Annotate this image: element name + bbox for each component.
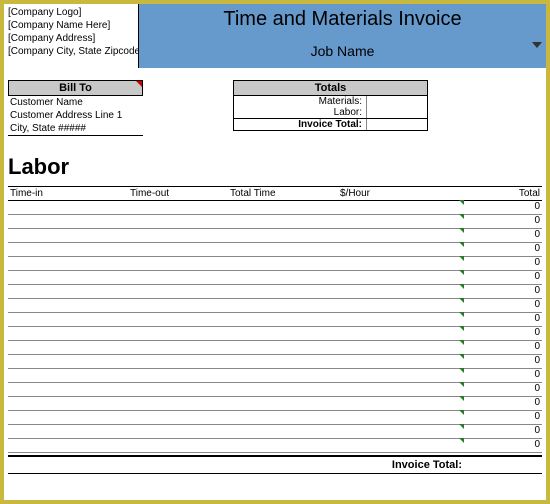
cell-marker-icon — [459, 410, 464, 415]
invoice-total-label: Invoice Total: — [234, 119, 367, 130]
totals-materials-row: Materials: — [233, 96, 428, 107]
company-address[interactable]: [Company Address] — [8, 32, 134, 45]
company-block: [Company Logo] [Company Name Here] [Comp… — [4, 4, 139, 68]
labor-row[interactable]: 0 — [8, 439, 542, 453]
customer-city[interactable]: City, State ##### — [8, 122, 143, 135]
row-total: 0 — [534, 369, 540, 380]
labor-row[interactable]: 0 — [8, 355, 542, 369]
cell-marker-icon — [459, 438, 464, 443]
labor-section: Time-in Time-out Total Time $/Hour Total… — [4, 186, 546, 474]
row-total: 0 — [534, 271, 540, 282]
labor-row[interactable]: 0 — [8, 285, 542, 299]
cell-marker-icon — [459, 396, 464, 401]
labor-row[interactable]: 0 — [8, 369, 542, 383]
col-totaltime: Total Time — [228, 187, 338, 200]
cell-marker-icon — [459, 354, 464, 359]
labor-value — [367, 107, 427, 118]
cell-marker-icon — [459, 270, 464, 275]
cell-marker-icon — [459, 228, 464, 233]
cell-marker-icon — [459, 214, 464, 219]
labor-row[interactable]: 0 — [8, 299, 542, 313]
row-total: 0 — [534, 425, 540, 436]
info-row: Bill To Customer Name Customer Address L… — [4, 80, 546, 136]
row-total: 0 — [534, 243, 540, 254]
labor-row[interactable]: 0 — [8, 257, 542, 271]
labor-row[interactable]: 0 — [8, 383, 542, 397]
materials-label: Materials: — [234, 96, 367, 107]
company-city[interactable]: [Company City, State Zipcode] — [8, 45, 134, 58]
cell-marker-icon — [459, 326, 464, 331]
invoice-title: Time and Materials Invoice — [139, 4, 546, 31]
row-total: 0 — [534, 201, 540, 212]
company-name[interactable]: [Company Name Here] — [8, 19, 134, 32]
labor-row[interactable]: 0 — [8, 411, 542, 425]
labor-row[interactable]: 0 — [8, 243, 542, 257]
row-total: 0 — [534, 299, 540, 310]
row-total: 0 — [534, 355, 540, 366]
labor-row[interactable]: 0 — [8, 313, 542, 327]
company-logo[interactable]: [Company Logo] — [8, 6, 134, 19]
billto-section: Bill To Customer Name Customer Address L… — [8, 80, 143, 136]
billto-body: Customer Name Customer Address Line 1 Ci… — [8, 96, 143, 136]
col-timeout: Time-out — [128, 187, 228, 200]
billto-header: Bill To — [8, 80, 143, 96]
cell-marker-icon — [459, 382, 464, 387]
labor-title: Labor — [4, 136, 546, 182]
labor-row[interactable]: 0 — [8, 327, 542, 341]
row-total: 0 — [534, 397, 540, 408]
labor-row[interactable]: 0 — [8, 425, 542, 439]
invoice-page: [Company Logo] [Company Name Here] [Comp… — [0, 0, 550, 504]
totals-header: Totals — [233, 80, 428, 96]
title-block: Time and Materials Invoice Job Name — [139, 4, 546, 68]
customer-address[interactable]: Customer Address Line 1 — [8, 109, 143, 122]
cell-marker-icon — [459, 256, 464, 261]
dropdown-icon[interactable] — [532, 42, 542, 48]
totals-labor-row: Labor: — [233, 107, 428, 118]
totals-invoice-row: Invoice Total: — [233, 118, 428, 131]
row-total: 0 — [534, 257, 540, 268]
labor-invoice-total-row: Invoice Total: — [8, 455, 542, 474]
cell-marker-icon — [459, 298, 464, 303]
customer-name[interactable]: Customer Name — [8, 96, 143, 109]
row-total: 0 — [534, 313, 540, 324]
cell-marker-icon — [459, 242, 464, 247]
comment-marker-icon — [136, 81, 142, 87]
cell-marker-icon — [459, 340, 464, 345]
cell-marker-icon — [459, 200, 464, 205]
cell-marker-icon — [459, 284, 464, 289]
row-total: 0 — [534, 327, 540, 338]
cell-marker-icon — [459, 424, 464, 429]
col-timein: Time-in — [8, 187, 128, 200]
cell-marker-icon — [459, 368, 464, 373]
row-total: 0 — [534, 341, 540, 352]
row-total: 0 — [534, 383, 540, 394]
row-total: 0 — [534, 411, 540, 422]
cell-marker-icon — [459, 312, 464, 317]
row-total: 0 — [534, 285, 540, 296]
header: [Company Logo] [Company Name Here] [Comp… — [4, 4, 546, 68]
billto-header-text: Bill To — [59, 82, 92, 94]
row-total: 0 — [534, 229, 540, 240]
labor-invoice-total-label: Invoice Total: — [8, 457, 542, 473]
labor-header-row: Time-in Time-out Total Time $/Hour Total — [8, 186, 542, 201]
labor-row[interactable]: 0 — [8, 215, 542, 229]
row-total: 0 — [534, 439, 540, 450]
invoice-total-value — [367, 119, 427, 130]
totals-section: Totals Materials: Labor: Invoice Total: — [233, 80, 428, 136]
labor-label: Labor: — [234, 107, 367, 118]
labor-row[interactable]: 0 — [8, 397, 542, 411]
labor-row[interactable]: 0 — [8, 271, 542, 285]
labor-row[interactable]: 0 — [8, 201, 542, 215]
labor-row[interactable]: 0 — [8, 341, 542, 355]
row-total: 0 — [534, 215, 540, 226]
labor-row[interactable]: 0 — [8, 229, 542, 243]
col-total: Total — [458, 187, 542, 200]
labor-rows: 0 0 0 0 0 0 0 0 0 0 0 0 0 0 0 0 0 0 — [8, 201, 542, 453]
col-rate: $/Hour — [338, 187, 458, 200]
materials-value — [367, 96, 427, 107]
job-name[interactable]: Job Name — [139, 31, 546, 59]
